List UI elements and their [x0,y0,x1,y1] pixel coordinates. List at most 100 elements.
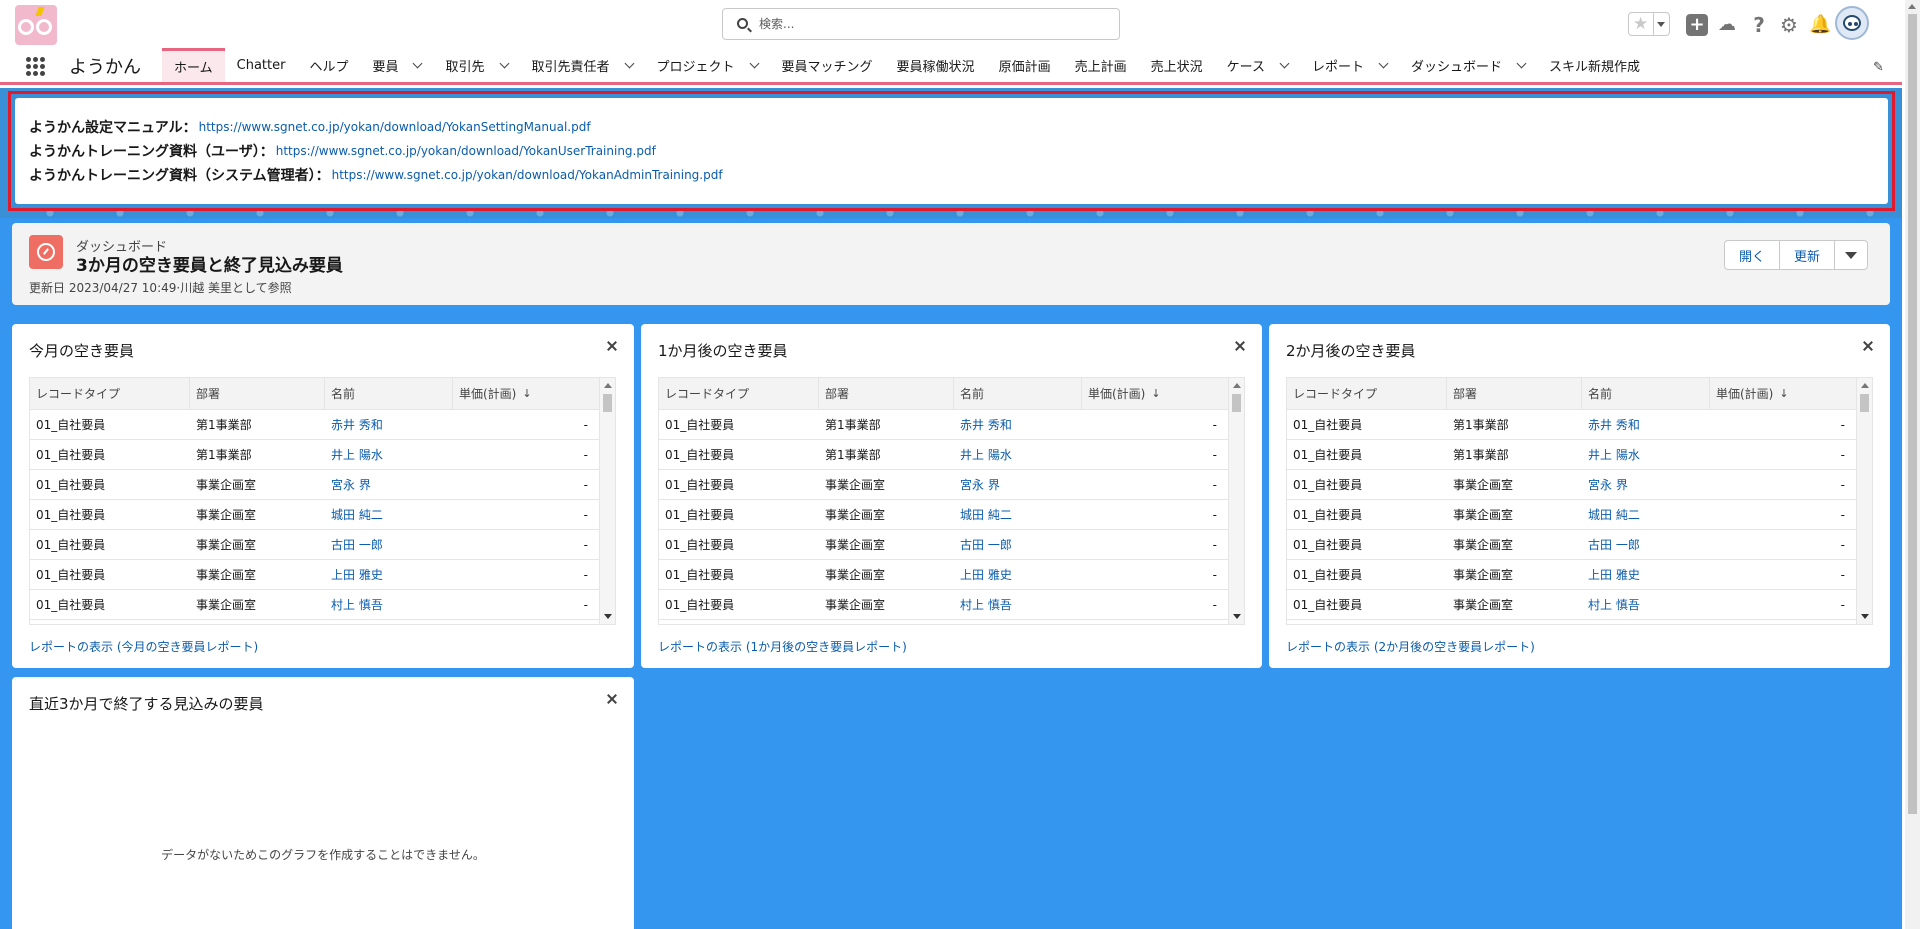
column-header[interactable]: レコードタイプ [659,378,819,409]
staff-name-link[interactable]: 井上 陽水 [954,440,1082,469]
search-input[interactable] [759,14,1109,34]
scroll-thumb[interactable] [1908,14,1917,814]
table-scrollbar[interactable] [1856,378,1872,624]
scroll-up-icon[interactable] [1908,4,1916,9]
expand-icon[interactable] [1234,340,1246,352]
staff-name-link[interactable]: 上田 雅史 [954,560,1082,589]
staff-name-link[interactable]: 古田 一郎 [1582,530,1710,559]
scroll-thumb[interactable] [1232,394,1241,412]
tab-0[interactable]: ホーム [162,48,225,82]
expand-icon[interactable] [606,340,618,352]
tab-label: ダッシュボード [1410,59,1502,75]
column-header[interactable]: 単価(計画) ↓ [453,378,600,409]
scroll-up-icon[interactable] [1861,383,1869,388]
tab-9[interactable]: 原価計画 [987,48,1063,82]
staff-name-link[interactable]: 上田 雅史 [325,560,453,589]
column-header[interactable]: 名前 [954,378,1082,409]
tab-6[interactable]: プロジェクト [645,48,770,82]
column-header[interactable]: 名前 [325,378,453,409]
page-scrollbar[interactable] [1905,0,1920,929]
scroll-thumb[interactable] [1860,394,1869,412]
cloud-icon[interactable]: ☁ [1716,14,1738,36]
staff-name-link[interactable]: 宮永 界 [1582,470,1710,499]
view-report-link[interactable]: レポートの表示 (今月の空き要員レポート) [29,638,258,655]
table-scrollbar[interactable] [599,378,615,624]
staff-name-link[interactable]: 井上 陽水 [325,440,453,469]
chevron-down-icon[interactable] [1516,58,1527,68]
dashboard-menu-dropdown[interactable] [1835,241,1867,269]
scroll-thumb[interactable] [603,394,612,412]
refresh-button[interactable]: 更新 [1780,241,1836,269]
bell-icon[interactable]: 🔔 [1809,14,1831,36]
tab-2[interactable]: ヘルプ [297,48,360,82]
tab-1[interactable]: Chatter [225,48,298,82]
announcement-link[interactable]: https://www.sgnet.co.jp/yokan/download/Y… [276,144,656,158]
tab-11[interactable]: 売上状況 [1139,48,1215,82]
announcement-link[interactable]: https://www.sgnet.co.jp/yokan/download/Y… [199,120,591,134]
staff-name-link[interactable]: 赤井 秀和 [1582,410,1710,439]
staff-name-link[interactable]: 宮永 界 [954,470,1082,499]
column-header[interactable]: 部署 [819,378,954,409]
tab-15[interactable]: スキル新規作成 [1537,48,1652,82]
staff-name-link[interactable]: 井上 陽水 [1582,440,1710,469]
column-header[interactable]: 部署 [1447,378,1582,409]
avatar[interactable] [1835,6,1869,40]
expand-icon[interactable] [1862,340,1874,352]
staff-name-link[interactable]: 赤井 秀和 [325,410,453,439]
column-header[interactable]: 部署 [190,378,325,409]
view-report-link[interactable]: レポートの表示 (2か月後の空き要員レポート) [1286,638,1535,655]
chevron-down-icon[interactable] [1378,58,1389,68]
staff-name-link[interactable]: 古田 一郎 [954,530,1082,559]
chevron-down-icon[interactable] [1279,58,1290,68]
staff-name-link[interactable]: 上田 雅史 [1582,560,1710,589]
chevron-down-icon[interactable] [749,58,759,68]
chevron-down-icon[interactable] [499,58,509,68]
gear-icon[interactable]: ⚙ [1778,14,1800,36]
staff-name-link[interactable]: 城田 純二 [954,500,1082,529]
staff-name-link[interactable]: 村上 慎吾 [954,590,1082,619]
announcement-link[interactable]: https://www.sgnet.co.jp/yokan/download/Y… [332,168,723,182]
app-launcher-icon[interactable] [26,57,46,77]
app-navigation: ようかん ホーム Chatter ヘルプ 要員 取引先 取引先責任者 プロジェクト 要員マッチ… [0,48,1902,85]
expand-icon[interactable] [606,693,618,705]
global-search[interactable] [722,8,1120,40]
open-button[interactable]: 開く [1725,241,1781,269]
favorites-dropdown-icon[interactable] [1653,13,1669,35]
tab-3[interactable]: 要員 [360,48,433,82]
view-report-link[interactable]: レポートの表示 (1か月後の空き要員レポート) [658,638,907,655]
staff-name-link[interactable]: 古田 一郎 [325,530,453,559]
staff-name-link[interactable]: 赤井 秀和 [954,410,1082,439]
chevron-down-icon[interactable] [624,58,634,68]
column-header[interactable]: 名前 [1582,378,1710,409]
tab-10[interactable]: 売上計画 [1063,48,1139,82]
tab-5[interactable]: 取引先責任者 [520,48,645,82]
tab-8[interactable]: 要員稼働状況 [885,48,987,82]
plus-icon[interactable]: + [1686,14,1708,36]
scroll-up-icon[interactable] [1233,383,1241,388]
table-cell: 01_自社要員 [36,538,106,552]
tab-7[interactable]: 要員マッチング [770,48,885,82]
tab-13[interactable]: レポート [1300,48,1399,82]
tab-14[interactable]: ダッシュボード [1399,48,1537,82]
scroll-up-icon[interactable] [604,383,612,388]
app-logo[interactable] [15,5,57,45]
scroll-down-icon[interactable] [604,614,612,619]
chevron-down-icon[interactable] [413,58,423,68]
edit-nav-icon[interactable]: ✎ [1873,60,1884,75]
scroll-down-icon[interactable] [1233,614,1241,619]
column-header[interactable]: レコードタイプ [1287,378,1447,409]
staff-name-link[interactable]: 村上 慎吾 [325,590,453,619]
help-icon[interactable]: ? [1748,14,1770,36]
column-header[interactable]: 単価(計画) ↓ [1710,378,1857,409]
staff-name-link[interactable]: 宮永 界 [325,470,453,499]
scroll-down-icon[interactable] [1861,614,1869,619]
tab-12[interactable]: ケース [1215,48,1300,82]
staff-name-link[interactable]: 村上 慎吾 [1582,590,1710,619]
staff-name-link[interactable]: 城田 純二 [1582,500,1710,529]
column-header[interactable]: レコードタイプ [30,378,190,409]
tab-4[interactable]: 取引先 [433,48,519,82]
table-scrollbar[interactable] [1228,378,1244,624]
staff-name-link[interactable]: 城田 純二 [325,500,453,529]
favorites-button[interactable]: ★ [1628,12,1670,36]
column-header[interactable]: 単価(計画) ↓ [1082,378,1229,409]
